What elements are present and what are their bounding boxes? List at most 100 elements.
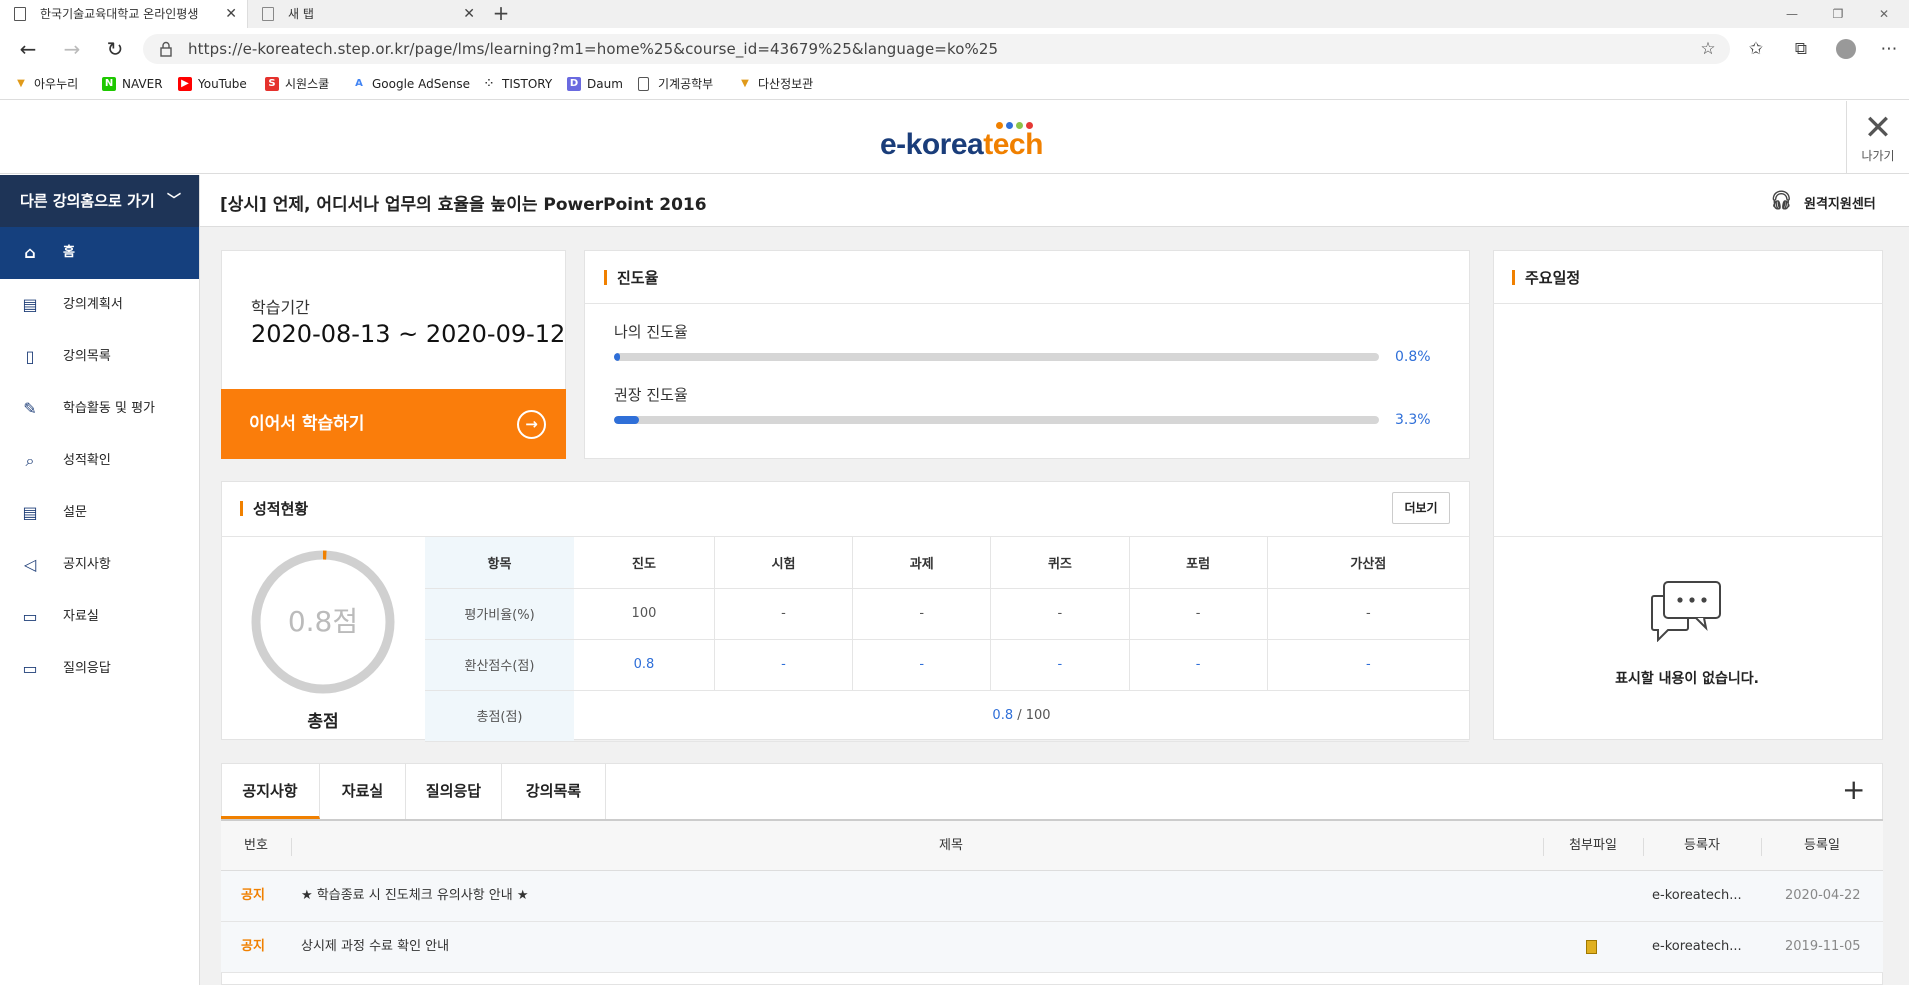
bookmark-label: TISTORY (502, 77, 553, 91)
sidebar-item[interactable]: ▭ 자료실 (0, 591, 199, 643)
sidebar-item-label: 설문 (63, 505, 87, 520)
other-course-dropdown[interactable]: 다른 강의홈으로 가기 ﹀ (0, 175, 199, 227)
collections-icon[interactable]: ⧉ (1787, 35, 1815, 63)
bookmark-item[interactable]: N NAVER (102, 74, 163, 94)
grades-table: 항목 진도 시험 과제 퀴즈 포럼 가산점 평가비율(%) 100- - - - - 환산점수(점) 0.8… (425, 537, 1469, 742)
sidebar-item-label: 성적확인 (63, 453, 111, 468)
schedule-card (1493, 250, 1883, 740)
row-date: 2020-04-22 (1785, 888, 1861, 903)
grades-title: 성적현황 (240, 498, 308, 519)
bookmark-item[interactable]: D Daum (567, 74, 623, 94)
remote-support-label: 원격지원센터 (1804, 197, 1876, 212)
chevron-down-icon: ﹀ (167, 193, 181, 209)
sidebar-item[interactable]: ▭ 질의응답 (0, 643, 199, 695)
bookmark-item[interactable]: ▼ 아우누리 (14, 74, 78, 94)
grade-cell: 진도 (574, 537, 715, 589)
naver-icon: N (102, 77, 116, 91)
megaphone-icon: ◁ (23, 555, 37, 574)
col-title: 제목 (939, 838, 963, 853)
url-bar[interactable]: https://e-koreatech.step.or.kr/page/lms/… (143, 34, 1730, 64)
course-title: [상시] 언제, 어디서나 업무의 효율을 높이는 PowerPoint 201… (220, 195, 707, 215)
sidebar-item-label: 강의목록 (63, 349, 111, 364)
period-label: 학습기간 (251, 298, 310, 317)
row-header-cell: 환산점수(점) (425, 639, 574, 691)
bookmark-label: 다산정보관 (758, 77, 814, 91)
site-logo[interactable]: e-koreatech (880, 128, 1043, 162)
row-title[interactable]: ★ 학습종료 시 진도체크 유의사항 안내 ★ (301, 871, 529, 921)
row-author: e-koreatech... (1652, 888, 1742, 903)
file-icon[interactable] (1586, 940, 1597, 954)
remote-support-link[interactable]: 🎧︎ 원격지원센터 (1770, 190, 1876, 212)
bookmark-item[interactable]: ▼ 다산정보관 (738, 74, 813, 94)
tab-title: 새 탭 (288, 7, 314, 21)
tab-lecture-list[interactable]: 강의목록 (502, 763, 606, 819)
row-header-cell: 총점(점) (425, 690, 574, 742)
score-value: 0.8점 (287, 605, 359, 638)
tab-archive[interactable]: 자료실 (320, 763, 406, 819)
notice-tag: 공지 (241, 888, 265, 903)
minimize-button[interactable]: — (1769, 0, 1815, 28)
sidebar-item[interactable]: ✎ 학습활동 및 평가 (0, 383, 199, 435)
other-course-label: 다른 강의홈으로 가기 (20, 192, 155, 210)
daum-icon: D (567, 77, 581, 91)
sidebar-item[interactable]: ◁ 공지사항 (0, 539, 199, 591)
continue-label: 이어서 학습하기 (249, 414, 365, 434)
sidebar-item[interactable]: ▯ 강의목록 (0, 331, 199, 383)
tab-notice[interactable]: 공지사항 (221, 763, 320, 819)
bookmark-item[interactable]: S 시원스쿨 (265, 74, 329, 94)
bookmark-label: 기계공학부 (658, 77, 714, 91)
grade-cell: 퀴즈 (990, 537, 1129, 589)
book-open-icon: ▤ (22, 295, 38, 314)
total-score-value: 0.8 (992, 708, 1014, 723)
bookmark-item[interactable]: 기계공학부 (638, 74, 713, 94)
bookmark-item[interactable]: A Google AdSense (352, 74, 470, 94)
exit-button[interactable]: ✕ 나가기 (1846, 101, 1909, 174)
tab-qna[interactable]: 질의응답 (406, 763, 502, 819)
row-title[interactable]: 상시제 과정 수료 확인 안내 (301, 922, 449, 972)
plus-icon[interactable]: + (1842, 773, 1865, 806)
forward-button[interactable]: → (58, 35, 86, 63)
sidebar-item[interactable]: ▤ 설문 (0, 487, 199, 539)
bookmark-item[interactable]: ⁘ TISTORY (482, 74, 552, 94)
sidebar-item[interactable]: ▤ 강의계획서 (0, 279, 199, 331)
profile-avatar[interactable] (1832, 35, 1860, 63)
more-menu-icon[interactable]: ⋯ (1875, 35, 1903, 63)
window-close-button[interactable]: ✕ (1861, 0, 1907, 28)
tistory-icon: ⁘ (484, 78, 494, 89)
grade-cell: - (1128, 588, 1268, 640)
grade-cell: 과제 (852, 537, 991, 589)
headset-icon: 🎧︎ (1770, 190, 1793, 211)
favorite-star-icon[interactable]: ☆ (1694, 35, 1722, 63)
reload-button[interactable]: ↻ (101, 35, 129, 63)
browser-tab-active[interactable]: 한국기술교육대학교 온라인평생 ✕ (0, 0, 248, 28)
row-date: 2019-11-05 (1785, 939, 1861, 954)
grade-cell: 포럼 (1128, 537, 1268, 589)
sidebar: 다른 강의홈으로 가기 ﹀ ⌂ 홈 ▤ 강의계획서 ▯ 강의목록 ✎ 학습활동 및 평가 ⌕ 성적… (0, 175, 200, 985)
back-button[interactable]: ← (14, 35, 42, 63)
logo-dot (1016, 122, 1023, 129)
sidebar-item[interactable]: ⌂ 홈 (0, 227, 199, 279)
close-tab-icon[interactable]: ✕ (225, 0, 237, 28)
sidebar-item[interactable]: ⌕ 성적확인 (0, 435, 199, 487)
grade-cell: - (852, 639, 991, 691)
grade-cell: - (990, 588, 1129, 640)
bookmark-item[interactable]: ▶ YouTube (178, 74, 247, 94)
browser-tab[interactable]: 새 탭 ✕ (248, 0, 485, 28)
more-button[interactable]: 더보기 (1392, 492, 1450, 524)
continue-learning-button[interactable]: 이어서 학습하기 → (221, 389, 566, 459)
tab-title: 한국기술교육대학교 온라인평생 (40, 7, 199, 21)
arrow-right-icon: → (517, 410, 546, 439)
newtab-icon (262, 7, 274, 21)
new-tab-button[interactable]: + (487, 0, 515, 28)
favorites-list-icon[interactable]: ✩ (1742, 35, 1770, 63)
close-icon: ✕ (1863, 108, 1893, 148)
logo-dot (996, 122, 1003, 129)
youtube-icon: ▶ (178, 77, 192, 91)
board-row[interactable]: 공지 ★ 학습종료 시 진도체크 유의사항 안내 ★ e-koreatech..… (221, 871, 1883, 922)
grade-cell: - (1266, 588, 1469, 640)
bookmark-label: 아우누리 (34, 77, 79, 91)
close-tab-icon[interactable]: ✕ (463, 0, 475, 28)
board-row[interactable]: 공지 상시제 과정 수료 확인 안내 e-koreatech... 2019-1… (221, 922, 1883, 973)
grade-cell: - (990, 639, 1129, 691)
restore-button[interactable]: ❐ (1815, 0, 1861, 28)
